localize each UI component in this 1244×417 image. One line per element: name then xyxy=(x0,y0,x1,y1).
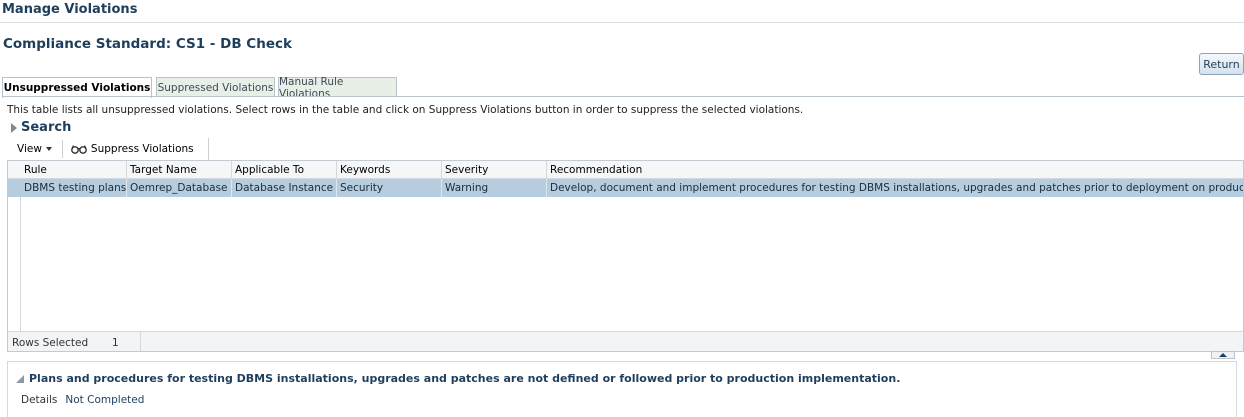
suppress-violations-button[interactable]: Suppress Violations xyxy=(63,138,209,160)
triangle-expanded-icon xyxy=(16,374,24,383)
detail-row: Details Not Completed xyxy=(21,394,144,406)
suppress-violations-label: Suppress Violations xyxy=(90,143,194,155)
detail-toggle[interactable]: Plans and procedures for testing DBMS in… xyxy=(16,372,900,385)
triangle-right-icon xyxy=(11,122,17,133)
detail-title: Plans and procedures for testing DBMS in… xyxy=(29,372,901,385)
table-description: This table lists all unsuppressed violat… xyxy=(7,104,804,116)
cell-severity: Warning xyxy=(442,179,547,197)
rows-selected-count: 1 xyxy=(112,336,119,349)
table-toolbar: View Suppress Violations xyxy=(7,138,209,160)
rows-selected-label: Rows Selected xyxy=(12,336,89,349)
cell-target-name: Oemrep_Database xyxy=(127,179,232,197)
cell-rule: DBMS testing plans... xyxy=(21,179,127,197)
tab-suppressed-violations[interactable]: Suppressed Violations xyxy=(156,77,275,97)
cell-keywords: Security xyxy=(337,179,442,197)
collapse-detail-button[interactable] xyxy=(1211,351,1235,359)
violation-detail-panel: Plans and procedures for testing DBMS in… xyxy=(7,361,1237,417)
triangle-up-icon xyxy=(1219,353,1227,357)
view-menu-button[interactable]: View xyxy=(7,138,62,160)
details-label: Details xyxy=(21,394,58,406)
title-divider xyxy=(0,22,1244,23)
table-status-bar: Rows Selected 1 xyxy=(8,331,1243,351)
details-value: Not Completed xyxy=(65,394,145,406)
violations-table: Rule Target Name Applicable To Keywords … xyxy=(7,160,1244,352)
cell-recommendation: Develop, document and implement procedur… xyxy=(550,182,1244,194)
glasses-icon xyxy=(71,145,87,154)
column-header-recommendation[interactable]: Recommendation xyxy=(547,161,1243,179)
column-header-severity[interactable]: Severity xyxy=(442,161,547,179)
compliance-standard-title: Compliance Standard: CS1 - DB Check xyxy=(3,36,292,52)
tab-manual-rule-violations[interactable]: Manual Rule Violations xyxy=(278,76,397,100)
chevron-down-icon xyxy=(45,147,52,151)
search-label: Search xyxy=(21,120,72,135)
view-menu-label: View xyxy=(17,143,42,155)
column-header-applicable-to[interactable]: Applicable To xyxy=(232,161,337,179)
tab-divider xyxy=(2,96,1244,97)
return-button[interactable]: Return xyxy=(1199,53,1244,75)
column-header-rule[interactable]: Rule xyxy=(21,161,127,179)
status-separator xyxy=(140,331,141,351)
cell-applicable-to: Database Instance xyxy=(232,179,337,197)
page-title: Manage Violations xyxy=(2,2,138,17)
tab-unsuppressed-violations[interactable]: Unsuppressed Violations xyxy=(2,77,152,98)
column-header-keywords[interactable]: Keywords xyxy=(337,161,442,179)
table-header: Rule Target Name Applicable To Keywords … xyxy=(8,161,1243,179)
search-toggle[interactable]: Search xyxy=(11,120,71,135)
table-row[interactable]: DBMS testing plans... Oemrep_Database Da… xyxy=(8,179,1243,197)
column-header-target-name[interactable]: Target Name xyxy=(127,161,232,179)
